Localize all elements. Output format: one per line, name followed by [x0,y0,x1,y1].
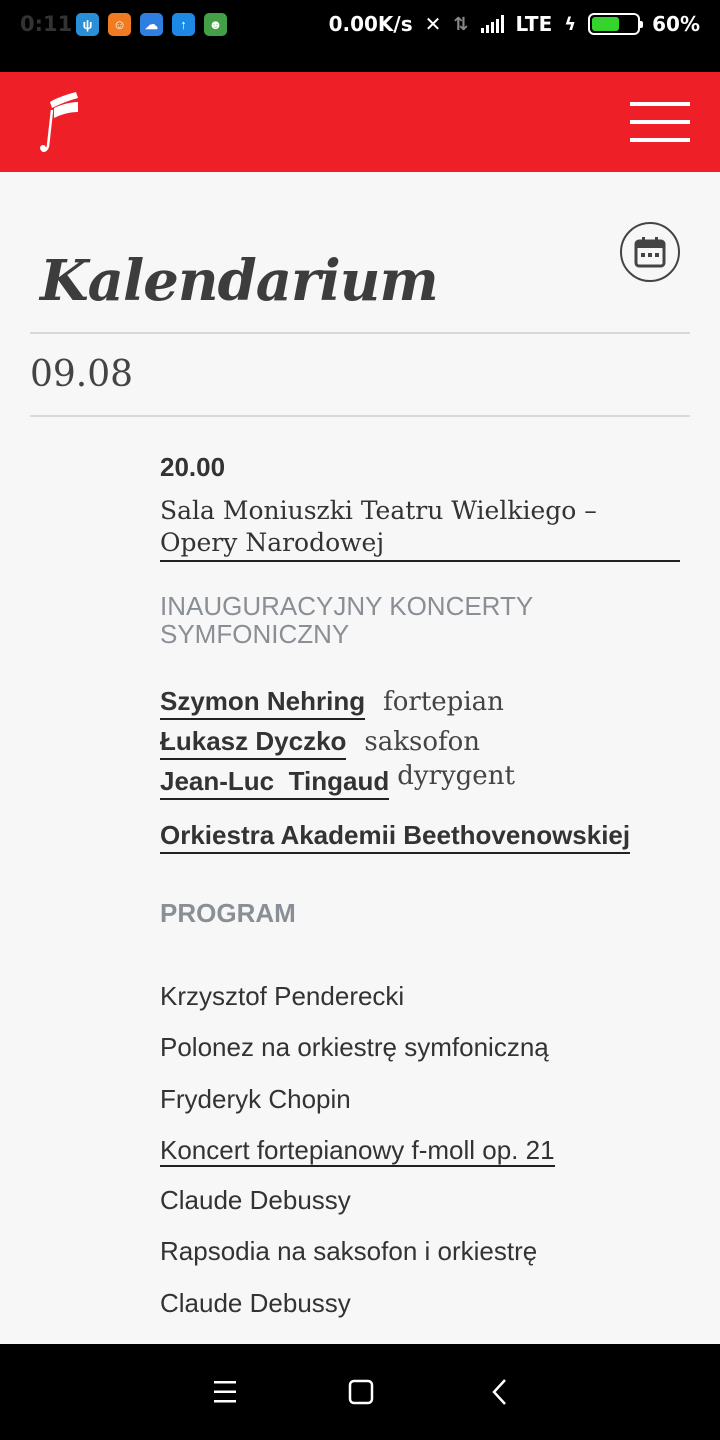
menu-button[interactable] [205,1372,245,1412]
hamburger-line [630,138,690,142]
performer-role: dyrygent [397,761,515,791]
calendar-icon [634,237,666,268]
program-item: Fryderyk Chopin Koncert fortepianowy f-m… [160,1084,680,1167]
festival-logo-icon[interactable] [36,90,84,159]
event-time: 20.00 [160,452,226,482]
calendar-button[interactable] [620,222,680,282]
work-title: Rapsodia na saksofon i orkiestrę [160,1236,538,1266]
menu-icon [214,1381,236,1403]
composer-name: Claude Debussy [160,1185,351,1215]
divider [30,332,690,334]
program-heading: PROGRAM [160,898,296,928]
hamburger-line [630,120,690,124]
upload-icon: ↑ [172,13,195,36]
net-speed: 0.00K/s [328,12,413,36]
app-header [0,72,720,172]
charging-icon: ϟ [564,13,577,35]
concert-title: INAUGURACYJNY KONCERTY SYMFONICZNY [160,591,533,649]
performer-role: saksofon [364,727,481,757]
program-list: Krzysztof Penderecki Polonez na orkiestr… [160,981,680,1318]
program-item: Claude Debussy Rapsodia na saksofon i or… [160,1185,680,1266]
performer-role: fortepian [383,687,504,717]
venue-link[interactable]: Sala Moniuszki Teatru Wielkiego – Opery … [160,495,680,562]
game-icon: ☺ [108,13,131,36]
clock: 0:11 [20,12,73,36]
performer-row: Jean-Luc Tingaud dyrygent [160,761,680,814]
cloud-icon: ☁ [140,13,163,36]
home-icon [348,1379,374,1405]
composer-name: Claude Debussy [160,1288,351,1318]
event-date: 09.08 [30,354,134,395]
performer-row: Szymon Nehring fortepian [160,686,680,726]
program-item: Claude Debussy [160,1288,680,1318]
vpn-icon: ψ [76,13,99,36]
back-icon [492,1379,506,1405]
composer-name: Fryderyk Chopin [160,1084,351,1114]
vibrate-off-icon: ✕ [424,12,442,36]
work-link[interactable]: Koncert fortepianowy f-moll op. 21 [160,1135,555,1167]
performer-link[interactable]: Jean-Luc Tingaud [160,766,390,800]
system-nav-bar [0,1344,720,1440]
android-app-icon: ☻ [204,13,227,36]
performers-list: Szymon Nehring fortepian Łukasz Dyczko s… [160,686,680,854]
page-title: Kalendarium [40,248,439,314]
performer-link[interactable]: Łukasz Dyczko [160,726,347,760]
battery-icon [588,13,644,35]
notification-icons: ψ ☺ ☁ ↑ ☻ [76,13,227,36]
signal-icon [480,15,504,33]
main-content: Kalendarium 09.08 20.00 Sala Moniuszki T… [0,172,720,1344]
performer-row: Łukasz Dyczko saksofon [160,726,680,766]
data-transfer-icon: ⇅ [453,13,469,35]
program-item: Krzysztof Penderecki Polonez na orkiestr… [160,981,680,1062]
hamburger-line [630,102,690,106]
network-type: LTE [515,12,553,36]
home-button[interactable] [341,1372,381,1412]
divider [30,415,690,417]
event-card: 20.00 Sala Moniuszki Teatru Wielkiego – … [160,452,680,1340]
status-indicators: 0.00K/s ✕ ⇅ LTE ϟ 60% [329,12,700,36]
battery-percent: 60% [652,12,700,36]
composer-name: Krzysztof Penderecki [160,981,405,1011]
status-bar: 0:11 ψ ☺ ☁ ↑ ☻ 0.00K/s ✕ ⇅ LTE ϟ 60% [0,0,720,72]
hamburger-menu-button[interactable] [630,100,690,144]
back-button[interactable] [480,1372,520,1412]
work-title: Polonez na orkiestrę symfoniczną [160,1032,549,1062]
orchestra-link[interactable]: Orkiestra Akademii Beethovenowskiej [160,820,631,854]
performer-link[interactable]: Szymon Nehring [160,686,366,720]
